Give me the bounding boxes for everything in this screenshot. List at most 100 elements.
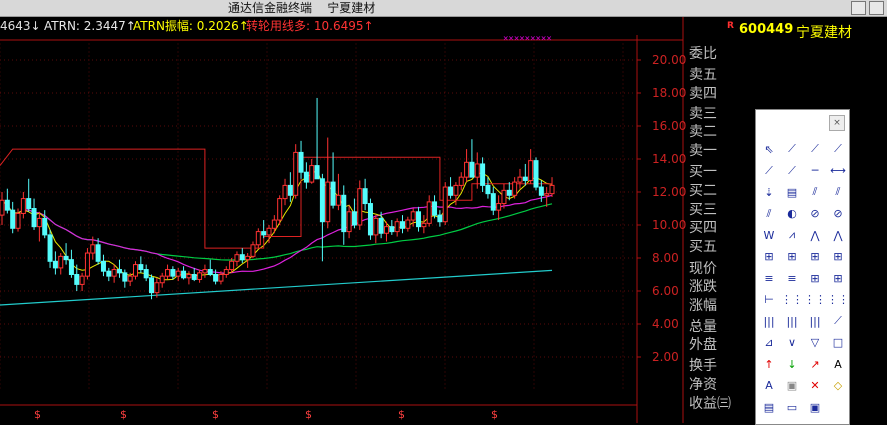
candle-body <box>10 209 16 229</box>
candle-body <box>426 201 432 224</box>
candle-body <box>154 282 160 294</box>
candle-body <box>68 259 74 275</box>
quote-label-net-assets: 净资 <box>689 377 717 393</box>
drawing-tool-5[interactable]: ⟋ <box>759 162 779 180</box>
drawing-tool-49[interactable]: ▤ <box>759 398 779 416</box>
candle-body <box>298 151 304 173</box>
candle-body <box>437 214 443 223</box>
drawing-tool-9[interactable]: ⇣ <box>759 183 779 201</box>
drawing-tool-12[interactable]: ⫽ <box>828 183 848 201</box>
drawing-tool-26[interactable]: ≡ <box>782 269 802 287</box>
drawing-tool-19[interactable]: ⋀ <box>805 226 825 244</box>
drawing-tool-20[interactable]: ⋀ <box>828 226 848 244</box>
y-tick-label: 14.00 <box>652 152 686 166</box>
candle-body <box>474 163 480 178</box>
drawing-tool-37[interactable]: ⊿ <box>759 334 779 352</box>
drawing-tool-43[interactable]: ↗ <box>805 355 825 373</box>
drawing-tool-46[interactable]: ▣ <box>782 377 802 395</box>
drawing-tool-27[interactable]: ⊞ <box>805 269 825 287</box>
candle-body <box>277 198 283 221</box>
y-tick-label: 8.00 <box>652 251 679 265</box>
drawing-tool-22[interactable]: ⊞ <box>782 248 802 266</box>
drawing-tool-33[interactable]: ||| <box>759 312 779 330</box>
drawing-tool-29[interactable]: ⊢ <box>759 291 779 309</box>
candle-body <box>106 270 112 277</box>
drawing-tool-32[interactable]: ⋮⋮ <box>827 291 849 309</box>
drawing-tool-41[interactable]: ↑ <box>759 355 779 373</box>
drawing-tool-14[interactable]: ◐ <box>782 205 802 223</box>
drawing-tool-30[interactable]: ⋮⋮ <box>781 291 803 309</box>
drawing-tool-36[interactable]: ⟋ <box>828 312 848 330</box>
quote-label-turnover: 换手 <box>689 358 717 374</box>
drawing-tool-21[interactable]: ⊞ <box>759 248 779 266</box>
drawing-tool-15[interactable]: ⊘ <box>805 205 825 223</box>
quote-label-sell5: 卖五 <box>689 67 717 83</box>
signal-marker-2: $ <box>212 408 219 421</box>
drawing-tool-6[interactable]: ⟋ <box>782 162 802 180</box>
candle-body <box>442 186 448 223</box>
drawing-tool-50[interactable]: ▭ <box>782 398 802 416</box>
y-tick-label: 6.00 <box>652 284 679 298</box>
candle-body <box>170 269 176 277</box>
ma60-line <box>1 199 553 261</box>
drawing-tool-11[interactable]: ⫽ <box>805 183 825 201</box>
signal-marker-4: $ <box>398 408 405 421</box>
quote-label-price: 现价 <box>689 261 717 277</box>
drawing-tool-51[interactable]: ▣ <box>805 398 825 416</box>
drawing-tool-45[interactable]: A <box>759 377 779 395</box>
drawing-tool-38[interactable]: ∨ <box>782 334 802 352</box>
drawing-tool-7[interactable]: ─ <box>805 162 825 180</box>
drawing-tool-24[interactable]: ⊞ <box>828 248 848 266</box>
candle-body <box>512 181 518 196</box>
candle-body <box>42 217 48 236</box>
drawing-tool-4[interactable]: ⟋ <box>828 140 848 158</box>
drawing-tool-25[interactable]: ≡ <box>759 269 779 287</box>
drawing-tool-44[interactable]: A <box>828 355 848 373</box>
drawing-tool-13[interactable]: ⫽ <box>759 205 779 223</box>
drawing-tool-23[interactable]: ⊞ <box>805 248 825 266</box>
drawing-tool-48[interactable]: ◇ <box>828 377 848 395</box>
stock-name: 宁夏建材 <box>796 25 852 41</box>
toolbox-close-button[interactable]: × <box>829 115 845 131</box>
drawing-tool-40[interactable]: □ <box>828 334 848 352</box>
candle-body <box>367 203 373 236</box>
candle-body <box>394 221 400 233</box>
candle-body <box>341 194 347 233</box>
candle-body <box>207 269 213 275</box>
drawing-tool-28[interactable]: ⊞ <box>828 269 848 287</box>
candle-body <box>335 194 341 206</box>
drawing-tool-10[interactable]: ▤ <box>782 183 802 201</box>
candle-body <box>303 171 309 183</box>
drawing-tool-3[interactable]: ⟋ <box>805 140 825 158</box>
candle-body <box>111 269 117 277</box>
drawing-tool-18[interactable]: ⩘ <box>782 226 802 244</box>
drawing-tool-35[interactable]: ||| <box>805 312 825 330</box>
quote-label-outer: 外盘 <box>689 337 717 353</box>
candle-body <box>469 161 475 178</box>
drawing-tool-16[interactable]: ⊘ <box>828 205 848 223</box>
candle-body <box>357 188 363 226</box>
candle-body <box>90 244 96 254</box>
drawing-tool-34[interactable]: ||| <box>782 312 802 330</box>
candle-body <box>378 217 384 234</box>
candle-body <box>229 260 235 271</box>
drawing-tool-2[interactable]: ⟋ <box>782 140 802 158</box>
candle-body <box>213 274 219 282</box>
candle-body <box>314 165 320 180</box>
drawing-tool-42[interactable]: ↓ <box>782 355 802 373</box>
candle-body <box>448 186 454 196</box>
drawing-tool-1[interactable]: ⇖ <box>759 140 779 158</box>
candle-body <box>95 244 101 262</box>
candle-body <box>319 178 325 223</box>
candle-body <box>282 184 288 200</box>
drawing-tool-47[interactable]: ✕ <box>805 377 825 395</box>
candle-body <box>4 199 10 211</box>
candle-body <box>138 264 144 271</box>
drawing-tool-17[interactable]: W <box>759 226 779 244</box>
drawing-tool-39[interactable]: ▽ <box>805 334 825 352</box>
candle-body <box>522 176 528 181</box>
drawing-tool-8[interactable]: ⟷ <box>828 162 848 180</box>
quote-label-buy2: 买二 <box>689 183 717 199</box>
drawing-tool-31[interactable]: ⋮⋮ <box>804 291 826 309</box>
candle-body <box>15 212 21 229</box>
